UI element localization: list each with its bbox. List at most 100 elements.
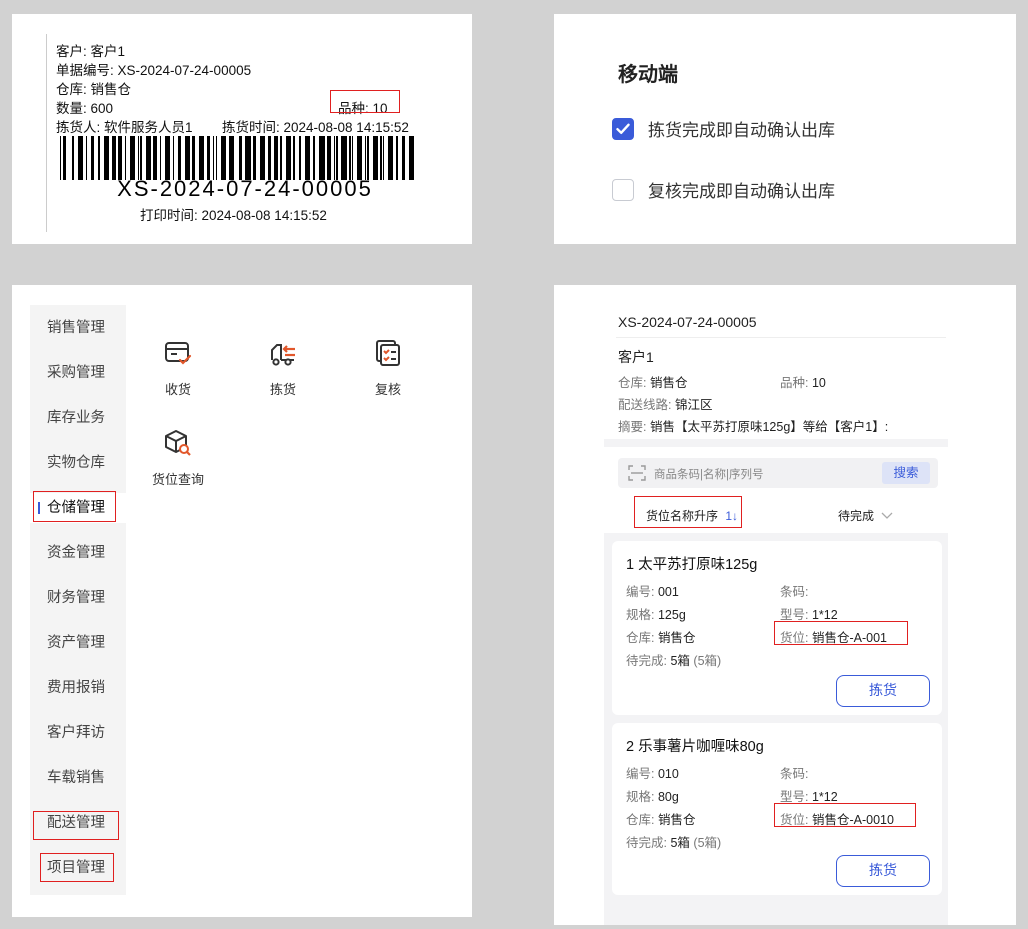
field-value: 1*12 bbox=[811, 608, 838, 622]
auto-confirm-pick-option[interactable]: 拣货完成即自动确认出库 bbox=[612, 116, 835, 141]
option-label: 拣货完成即自动确认出库 bbox=[648, 121, 835, 140]
sidebar-item-purchase[interactable]: 采购管理 bbox=[30, 358, 126, 388]
item-card: 1 太平苏打原味125g 编号: 001 条码: 规格: 125g 型号: 1*… bbox=[612, 541, 942, 715]
chevron-down-icon bbox=[881, 512, 893, 519]
search-button[interactable]: 搜索 bbox=[882, 462, 930, 484]
field-extra: (5箱) bbox=[693, 654, 722, 668]
field-value: 5箱 bbox=[670, 654, 690, 668]
option-label: 复核完成即自动确认出库 bbox=[648, 182, 835, 201]
order-doc-no: XS-2024-07-24-00005 bbox=[618, 314, 757, 330]
search-input[interactable]: 商品条码|名称|序列号 bbox=[654, 466, 763, 482]
item-pending: 待完成: 5箱 (5箱) bbox=[626, 650, 721, 669]
highlight-box bbox=[33, 811, 119, 840]
item-title: 1 太平苏打原味125g bbox=[626, 557, 758, 573]
pick-button[interactable]: 拣货 bbox=[836, 855, 930, 887]
field-key: 待完成: bbox=[626, 654, 667, 668]
sidebar-item-funds[interactable]: 资金管理 bbox=[30, 538, 126, 568]
field-value: 1*12 bbox=[811, 790, 838, 804]
field-value: 125g bbox=[657, 608, 686, 622]
pick-order-detail-panel: XS-2024-07-24-00005 客户1 仓库: 销售仓 品种: 10 配… bbox=[554, 285, 1016, 925]
app-menu-panel: 销售管理 采购管理 库存业务 实物仓库 仓储管理 资金管理 财务管理 资产管理 … bbox=[12, 285, 472, 917]
check-icon bbox=[616, 123, 630, 134]
item-title: 2 乐事薯片咖喱味80g bbox=[626, 739, 764, 755]
field-key: 摘要: bbox=[618, 420, 647, 434]
field-key: 配送线路: bbox=[618, 398, 672, 412]
item-warehouse: 仓库: 销售仓 bbox=[626, 627, 695, 646]
highlight-box bbox=[33, 491, 116, 522]
item-spec: 规格: 80g bbox=[626, 786, 679, 805]
label-picker: 拣货人: 软件服务人员1 bbox=[56, 120, 193, 135]
field-value: 锦江区 bbox=[674, 398, 713, 412]
grid-item-pick[interactable]: 拣货 bbox=[248, 338, 318, 398]
checkbox-unchecked[interactable] bbox=[612, 178, 634, 201]
label-warehouse: 仓库: 销售仓 bbox=[56, 82, 132, 97]
order-variety: 品种: 10 bbox=[780, 372, 826, 391]
pick-label-panel: 客户: 客户1 单据编号: XS-2024-07-24-00005 仓库: 销售… bbox=[12, 14, 472, 244]
sidebar-item-customer-visit[interactable]: 客户拜访 bbox=[30, 718, 126, 748]
field-key: 仓库: bbox=[626, 631, 655, 645]
field-key: 型号: bbox=[780, 790, 809, 804]
grid-item-label: 拣货 bbox=[269, 382, 296, 397]
item-barcode: 条码: bbox=[780, 763, 808, 782]
highlight-box bbox=[774, 803, 916, 827]
pick-button[interactable]: 拣货 bbox=[836, 675, 930, 707]
review-icon bbox=[376, 340, 400, 366]
sidebar-item-sales[interactable]: 销售管理 bbox=[30, 313, 126, 343]
auto-confirm-review-option[interactable]: 复核完成即自动确认出库 bbox=[612, 177, 835, 202]
field-key: 仓库: bbox=[626, 813, 655, 827]
field-value: 销售仓 bbox=[649, 376, 688, 390]
checkbox-checked[interactable] bbox=[612, 117, 634, 140]
grid-item-label: 收货 bbox=[164, 382, 191, 397]
field-key: 规格: bbox=[626, 608, 655, 622]
field-value: 销售仓 bbox=[657, 631, 696, 645]
field-key: 编号: bbox=[626, 585, 655, 599]
label-pick-time: 拣货时间: 2024-08-08 14:15:52 bbox=[222, 120, 409, 135]
order-summary: 摘要: 销售【太平苏打原味125g】等给【客户1】: bbox=[618, 416, 888, 435]
field-value: 10 bbox=[811, 376, 826, 390]
field-key: 编号: bbox=[626, 767, 655, 781]
sidebar-item-finance[interactable]: 财务管理 bbox=[30, 583, 126, 613]
status-filter-dropdown[interactable]: 待完成 bbox=[838, 507, 893, 524]
highlight-box bbox=[330, 90, 400, 113]
divider bbox=[616, 337, 946, 338]
grid-item-review[interactable]: 复核 bbox=[353, 338, 423, 398]
sidebar-item-vehicle-sales[interactable]: 车载销售 bbox=[30, 763, 126, 793]
item-spec: 规格: 125g bbox=[626, 604, 686, 623]
scan-icon[interactable] bbox=[628, 465, 646, 481]
field-value: 销售【太平苏打原味125g】等给【客户1】: bbox=[649, 420, 889, 434]
order-customer: 客户1 bbox=[618, 349, 654, 365]
sidebar-item-expense[interactable]: 费用报销 bbox=[30, 673, 126, 703]
item-card: 2 乐事薯片咖喱味80g 编号: 010 条码: 规格: 80g 型号: 1*1… bbox=[612, 723, 942, 895]
item-code: 编号: 010 bbox=[626, 763, 679, 782]
sidebar-item-assets[interactable]: 资产管理 bbox=[30, 628, 126, 658]
field-extra: (5箱) bbox=[693, 836, 722, 850]
grid-item-receive[interactable]: 收货 bbox=[143, 338, 213, 398]
field-key: 待完成: bbox=[626, 836, 667, 850]
barcode-bar bbox=[414, 136, 417, 180]
field-key: 规格: bbox=[626, 790, 655, 804]
label-edge-line bbox=[46, 34, 47, 232]
item-barcode: 条码: bbox=[780, 581, 808, 600]
order-route: 配送线路: 锦江区 bbox=[618, 394, 712, 413]
highlight-box bbox=[634, 496, 742, 528]
field-value: 001 bbox=[657, 585, 679, 599]
item-warehouse: 仓库: 销售仓 bbox=[626, 809, 695, 828]
grid-item-label: 货位查询 bbox=[151, 472, 204, 487]
sidebar-item-inventory[interactable]: 库存业务 bbox=[30, 403, 126, 433]
settings-title: 移动端 bbox=[618, 64, 678, 86]
field-value: 销售仓 bbox=[657, 813, 696, 827]
item-code: 编号: 001 bbox=[626, 581, 679, 600]
item-pending: 待完成: 5箱 (5箱) bbox=[626, 832, 721, 851]
sidebar-item-physical-warehouse[interactable]: 实物仓库 bbox=[30, 448, 126, 478]
barcode-text: XS-2024-07-24-00005 bbox=[117, 176, 373, 201]
field-value: 80g bbox=[657, 790, 679, 804]
highlight-box bbox=[774, 621, 908, 645]
grid-item-location-search[interactable]: 货位查询 bbox=[143, 428, 213, 488]
pick-truck-icon bbox=[271, 344, 295, 366]
label-print-time: 打印时间: 2024-08-08 14:15:52 bbox=[140, 208, 327, 223]
field-key: 仓库: bbox=[618, 376, 647, 390]
section-gap bbox=[604, 439, 948, 447]
field-key: 品种: bbox=[780, 376, 809, 390]
search-bar[interactable]: 商品条码|名称|序列号 搜索 bbox=[618, 458, 938, 488]
field-value: 5箱 bbox=[670, 836, 690, 850]
